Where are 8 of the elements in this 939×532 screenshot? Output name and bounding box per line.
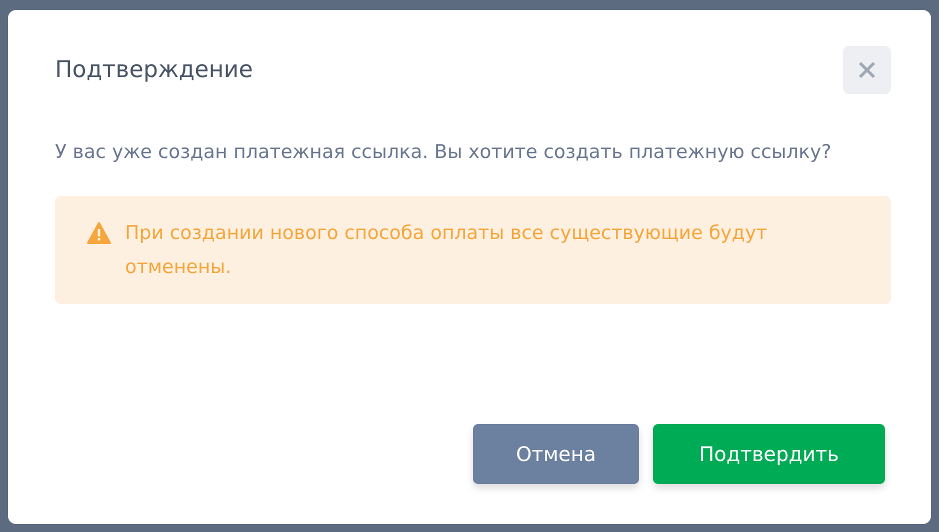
warning-icon	[87, 222, 111, 244]
warning-text: При создании нового способа оплаты все существующие будут отменены.	[125, 221, 768, 280]
close-button[interactable]	[843, 46, 891, 94]
confirm-button[interactable]: Подтвердить	[653, 424, 885, 484]
close-icon	[857, 60, 877, 80]
confirmation-message: У вас уже создан платежная ссылка. Вы хотите создать платежную ссылку?	[55, 140, 832, 165]
cancel-button[interactable]: Отмена	[473, 424, 639, 484]
dialog-title: Подтверждение	[55, 57, 253, 83]
